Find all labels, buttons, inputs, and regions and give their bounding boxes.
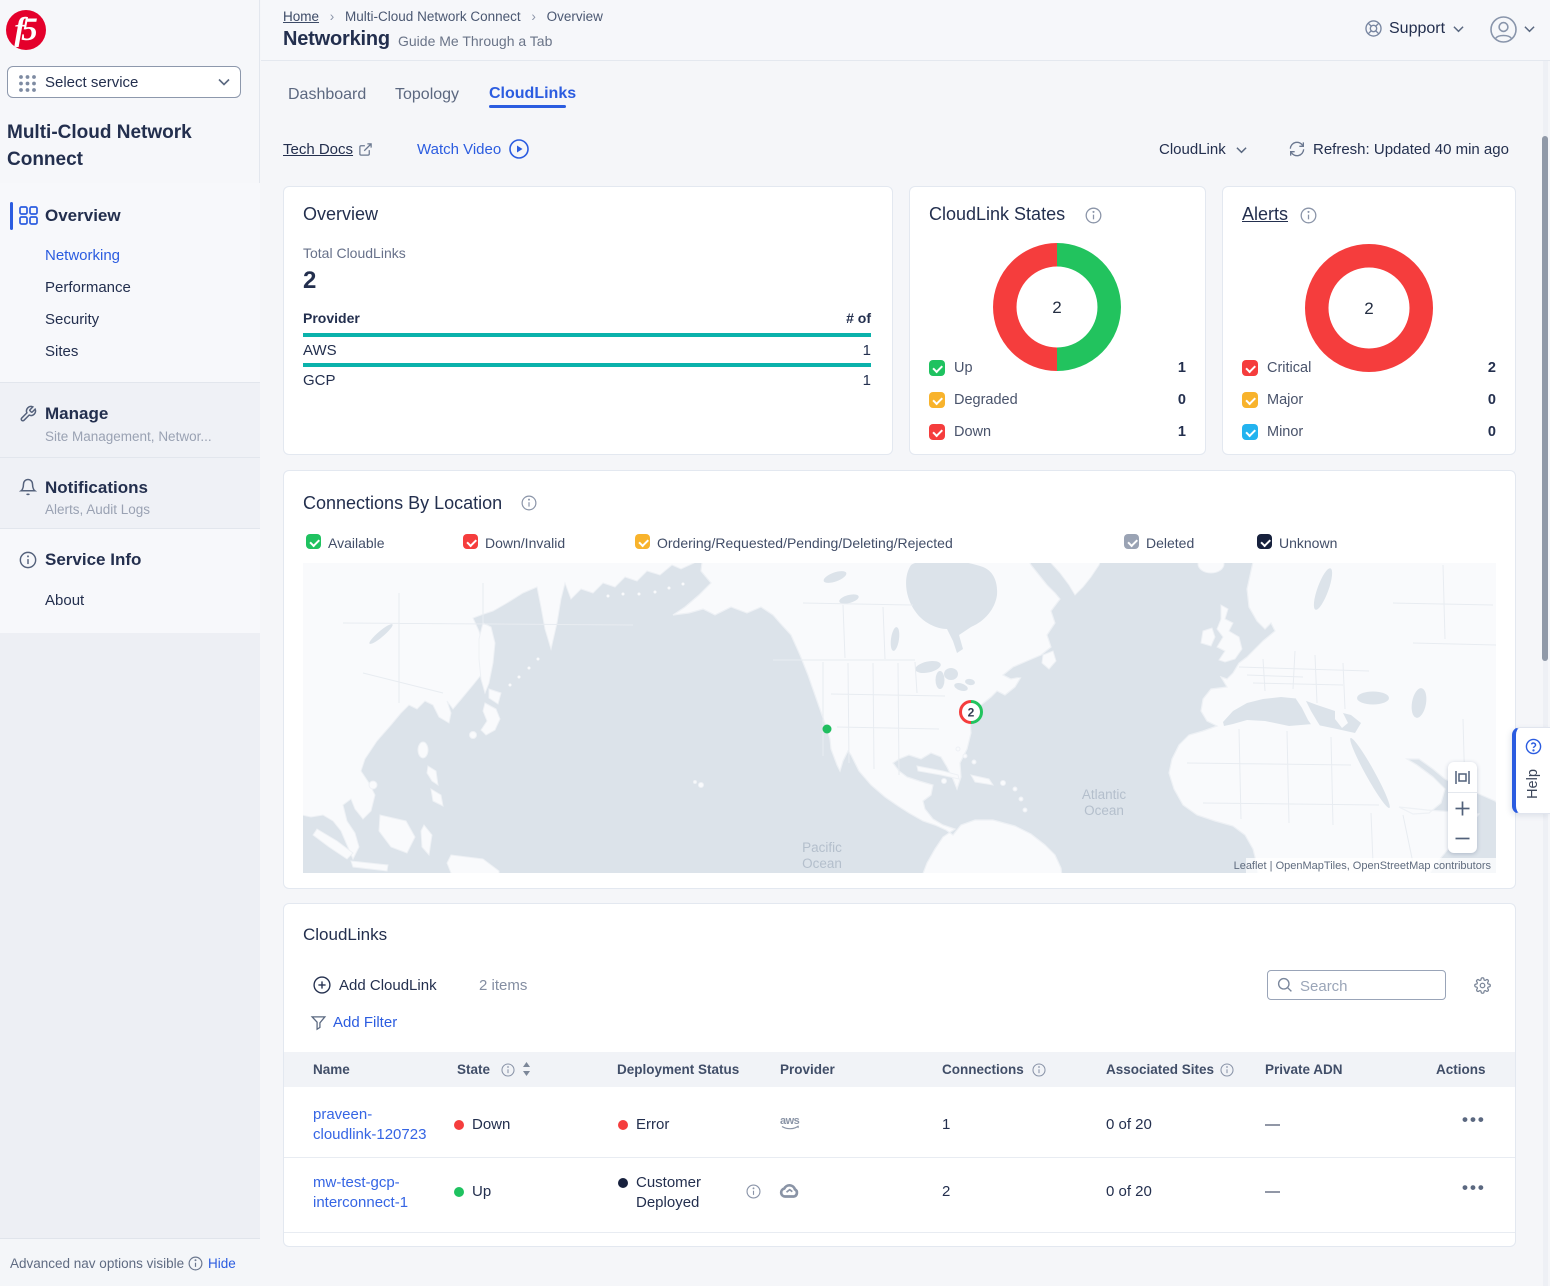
svg-text:Ocean: Ocean (802, 856, 842, 871)
svg-text:Pacific: Pacific (802, 840, 842, 855)
svg-text:Leaflet | OpenMapTiles, OpenSt: Leaflet | OpenMapTiles, OpenStreetMap co… (1234, 860, 1492, 872)
svg-text:2: 2 (968, 706, 975, 720)
svg-text:2: 2 (1364, 299, 1373, 318)
svg-text:Ocean: Ocean (1084, 803, 1124, 818)
svg-text:aws: aws (780, 1115, 800, 1127)
svg-text:Atlantic: Atlantic (1082, 787, 1127, 802)
svg-text:2: 2 (1052, 298, 1061, 317)
